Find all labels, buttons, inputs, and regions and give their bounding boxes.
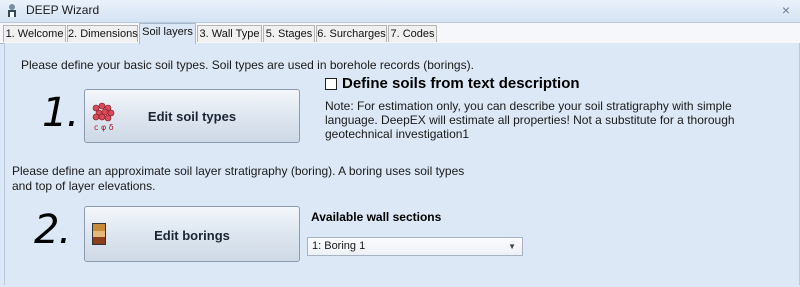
tab-soil-layers[interactable]: Soil layers [139, 23, 196, 44]
close-button[interactable]: × [782, 2, 790, 18]
tab-welcome[interactable]: 1. Welcome [3, 25, 66, 42]
soil-types-intro: Please define your basic soil types. Soi… [21, 58, 474, 72]
step-number-1: 1. [42, 90, 79, 136]
wall-section-selected-value: 1: Boring 1 [312, 240, 366, 252]
note-line: geotechnical investigation1 [325, 127, 470, 141]
estimation-note: Note: For estimation only, you can descr… [325, 99, 795, 141]
tab-stages[interactable]: 5. Stages [263, 25, 315, 42]
available-wall-sections-label: Available wall sections [311, 210, 442, 224]
edit-soil-types-label: Edit soil types [147, 109, 237, 124]
text-description-checkbox[interactable] [325, 78, 337, 90]
tab-surcharges[interactable]: 6. Surcharges [316, 25, 387, 42]
note-line: language. DeepEX will estimate all prope… [325, 113, 735, 127]
soil-icon-caption: c φ δ [94, 123, 114, 132]
edit-borings-label: Edit borings [154, 228, 230, 243]
edit-borings-button[interactable]: Edit borings [84, 206, 300, 262]
text-description-label[interactable]: Define soils from text description [342, 75, 580, 92]
chevron-down-icon: ▼ [508, 242, 516, 251]
tab-dimensions[interactable]: 2. Dimensions [67, 25, 138, 42]
boring-intro-line-1: Please define an approximate soil layer … [12, 164, 465, 178]
step-number-2: 2. [34, 207, 71, 253]
window-title: DEEP Wizard [26, 3, 100, 17]
tab-wall-type[interactable]: 3. Wall Type [197, 25, 262, 42]
tab-codes[interactable]: 7. Codes [388, 25, 437, 42]
boring-intro-line-2: and top of layer elevations. [12, 179, 156, 193]
wizard-app-icon [8, 4, 16, 17]
wizard-tabs: 1. Welcome 2. Dimensions Soil layers 3. … [0, 23, 800, 44]
wall-section-select[interactable]: 1: Boring 1 ▼ [307, 237, 523, 256]
note-line: Note: For estimation only, you can descr… [325, 99, 732, 113]
edit-soil-types-button[interactable]: c φ δ Edit soil types [84, 89, 300, 143]
title-bar: DEEP Wizard × [0, 0, 800, 23]
